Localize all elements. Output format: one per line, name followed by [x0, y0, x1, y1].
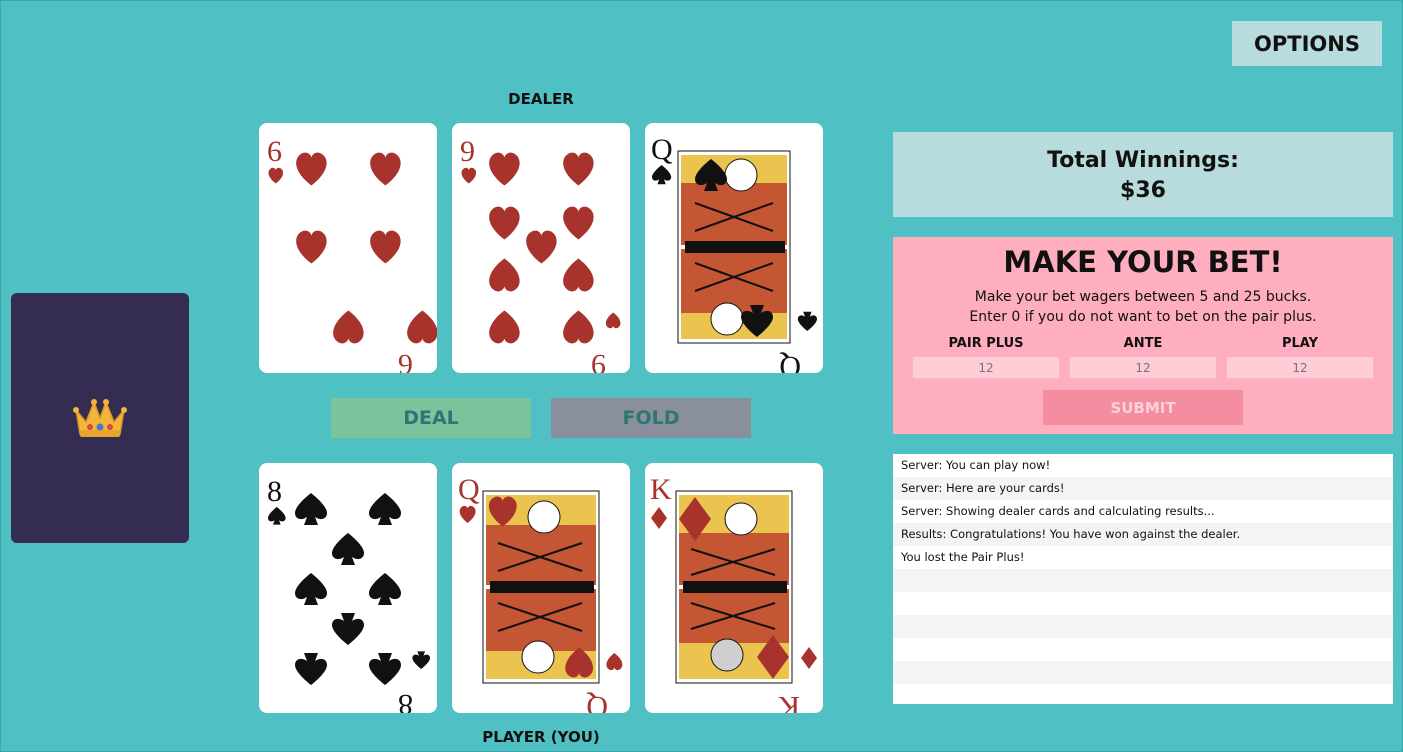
ante-label: ANTE [1123, 336, 1163, 351]
heart-icon [461, 167, 477, 184]
list-item [893, 569, 1393, 592]
list-item [893, 638, 1393, 661]
list-item [893, 684, 1393, 707]
card-rank: 6 [267, 135, 282, 168]
pair-plus-input[interactable] [912, 356, 1060, 379]
card-rank: Q [651, 133, 673, 166]
dealer-card-1: 6 6 [259, 123, 437, 373]
pair-plus-label: PAIR PLUS [948, 336, 1024, 351]
heart-icon [268, 167, 284, 184]
dealer-card-2: 9 9 [452, 123, 630, 373]
submit-button[interactable]: SUBMIT [1043, 390, 1243, 425]
crown-icon [73, 399, 127, 437]
list-item: Server: Showing dealer cards and calcula… [901, 504, 1215, 518]
list-item [893, 592, 1393, 615]
player-card-2: Q Q [452, 463, 630, 713]
dealer-card-3: Q Q [645, 123, 823, 373]
ante-input[interactable] [1069, 356, 1217, 379]
player-label: PLAYER (YOU) [482, 728, 600, 746]
winnings-title: Total Winnings: [1047, 148, 1239, 173]
bet-instructions-1: Make your bet wagers between 5 and 25 bu… [974, 289, 1312, 305]
card-rank-bottom: Q [779, 350, 801, 373]
fold-button[interactable]: FOLD [551, 398, 751, 438]
message-log[interactable]: Server: You can play now! Server: Here a… [893, 454, 1393, 704]
dealer-label: DEALER [508, 90, 574, 108]
winnings-amount: $36 [1120, 178, 1166, 203]
options-button[interactable]: OPTIONS [1232, 21, 1382, 66]
heart-icon [459, 505, 476, 523]
player-card-1: 8 8 [259, 463, 437, 713]
list-item: Results: Congratulations! You have won a… [893, 523, 1393, 546]
list-item: Server: You can play now! [901, 458, 1051, 472]
play-label: PLAY [1281, 336, 1319, 351]
card-rank-bottom: K [778, 690, 800, 713]
bet-instructions-2: Enter 0 if you do not want to bet on the… [969, 309, 1317, 325]
list-item: Server: Here are your cards! [893, 477, 1393, 500]
card-deck [11, 293, 189, 543]
player-card-3: K K [645, 463, 823, 713]
list-item [893, 615, 1393, 638]
card-rank-bottom: 8 [398, 688, 413, 713]
list-item: You lost the Pair Plus! [901, 550, 1025, 564]
total-winnings-panel: Total Winnings: $36 [893, 132, 1393, 217]
deal-button[interactable]: DEAL [331, 398, 531, 438]
diamond-icon [651, 507, 667, 529]
play-input[interactable] [1226, 356, 1374, 379]
list-item [893, 661, 1393, 684]
bet-panel: MAKE YOUR BET! Make your bet wagers betw… [893, 237, 1393, 434]
card-rank: 9 [460, 135, 475, 168]
bet-title: MAKE YOUR BET! [1003, 245, 1283, 279]
card-rank-bottom: 6 [398, 348, 413, 373]
spade-icon [268, 507, 286, 525]
card-rank: Q [458, 473, 480, 506]
card-rank-bottom: 9 [591, 348, 606, 373]
spade-icon [652, 165, 672, 185]
card-rank: K [650, 473, 672, 506]
card-rank: 8 [267, 475, 282, 508]
card-rank-bottom: Q [586, 690, 608, 713]
